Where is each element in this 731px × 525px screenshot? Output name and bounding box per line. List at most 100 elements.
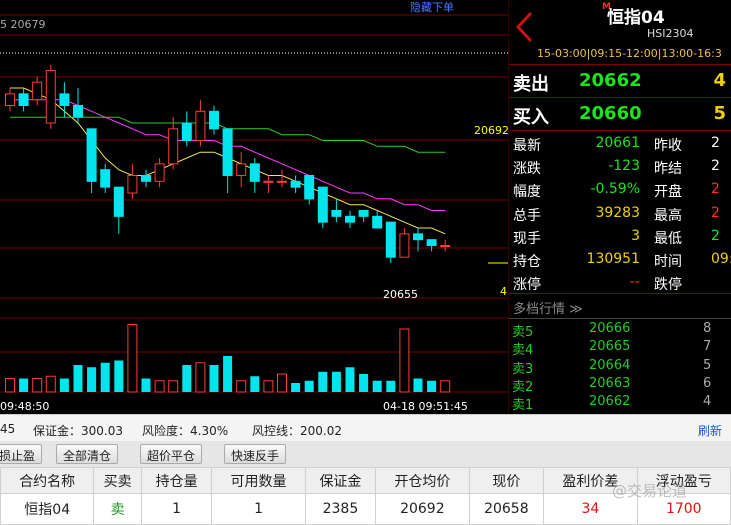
column-header[interactable]: 持仓量 [140,467,213,494]
contract-code: HSI2304 [647,27,694,40]
volume-bar [182,365,192,392]
stat-value: 130951 [586,251,640,267]
volume-bar [372,380,382,392]
candlestick[interactable] [385,221,396,263]
volume-bar [141,378,151,392]
hide-order-link[interactable]: 隐藏下单 [410,1,454,14]
depth-level-label: 卖2 [512,379,534,395]
stop-loss-button[interactable]: 损止盈 [0,444,43,464]
account-info-bar: 45 保证金：300.03 风险度：4.30% 风控线：200.02 刷新 [0,414,731,441]
candle-body [372,215,383,229]
candle-body [345,215,355,223]
depth-row[interactable]: 卖3 20664 5 [509,357,731,377]
depth-volume: 8 [703,321,712,336]
stat-label: 开盘 [654,184,682,201]
depth-level-label: 卖3 [512,361,534,377]
stat-label: 最新 [513,138,541,154]
candlestick[interactable] [317,186,328,228]
volume-bar [5,378,15,393]
candlestick[interactable] [141,169,151,188]
candlestick[interactable] [181,111,192,147]
candle-body [168,128,179,165]
candlestick[interactable] [209,105,219,135]
margin-text: 保证金：300.03 [33,424,123,438]
kline-chart-panel[interactable]: 5 20679 隐藏下单 20692 20655 4 09:48:50 04-1… [0,0,508,414]
candle-body [32,81,43,101]
table-cell: 卖 [93,493,142,525]
column-header[interactable]: 保证金 [304,467,377,494]
super-close-button[interactable]: 超价平仓 [140,444,203,464]
candlestick[interactable] [440,239,451,252]
candlestick[interactable] [358,210,369,223]
close-all-button[interactable]: 全部清仓 [56,444,119,464]
candlestick[interactable] [168,117,179,170]
candlestick[interactable] [86,128,97,193]
risk-control-text: 风控线：200.02 [252,424,342,438]
candle-body [358,210,369,217]
candlestick[interactable] [18,88,29,112]
depth-row[interactable]: 卖1 20662 4 [509,393,731,413]
volume-bar [291,383,301,392]
candle-body [86,128,97,182]
candlestick[interactable] [222,128,233,193]
quote-stat-row: 现手 3 最低 2 [509,225,731,248]
candlestick[interactable] [100,163,111,193]
candlestick[interactable] [290,175,301,194]
candlestick[interactable] [399,228,410,258]
depth-row[interactable]: 卖4 20665 7 [509,338,731,358]
candlestick[interactable] [113,186,124,234]
volume-bar [154,380,165,393]
candlestick[interactable] [277,169,287,188]
buy-quote-row[interactable]: 买入 20660 5 [509,99,731,129]
candlestick[interactable] [236,152,247,188]
candlestick[interactable] [154,158,165,188]
candle-body [290,180,301,188]
back-arrow-icon[interactable] [513,10,537,44]
candlestick[interactable] [345,210,355,229]
candlestick[interactable] [195,99,206,147]
stat-value: -0.59% [590,181,640,198]
column-header[interactable]: 现价 [468,467,545,494]
candlestick[interactable] [59,82,70,118]
column-header[interactable]: 可用数量 [211,467,306,494]
watermark-text: @交易论道 [612,482,688,500]
candlestick[interactable] [5,88,15,112]
candle-body [249,163,260,182]
candle-body [100,169,111,188]
candlestick[interactable] [127,163,138,199]
candlestick[interactable] [32,76,43,106]
candlestick[interactable] [426,239,437,252]
candle-body [209,110,219,130]
kline-chart[interactable]: 5 20679 隐藏下单 20692 20655 4 09:48:50 04-1… [0,0,508,414]
candlestick[interactable] [249,158,260,193]
column-header[interactable]: 开仓均价 [375,467,470,494]
column-header[interactable]: 合约名称 [0,467,95,494]
quick-reverse-button[interactable]: 快速反手 [224,444,287,464]
sell-quote-row[interactable]: 卖出 20662 4 [509,66,731,96]
column-header[interactable]: 买卖 [93,467,142,494]
depth-row[interactable]: 卖2 20663 6 [509,375,731,395]
candlestick[interactable] [372,210,383,229]
candlestick[interactable] [331,198,342,223]
table-cell: 1 [211,493,306,525]
candlestick[interactable] [45,64,56,129]
depth-title[interactable]: 多档行情 ≫ [513,298,583,317]
volume-bar [32,378,43,393]
candle-body [127,175,138,194]
table-cell: 2385 [304,493,377,525]
stat-label: 最低 [654,230,682,247]
candlestick[interactable] [263,175,274,194]
volume-bar [359,374,369,392]
volume-bar [413,378,423,392]
stat-label: 最高 [654,207,682,224]
stat-label: 昨收 [654,138,682,154]
depth-row[interactable]: 卖5 20666 8 [509,320,731,340]
depth-volume: 4 [703,394,712,410]
stat-label: 涨跌 [513,161,541,178]
candle-body [263,180,274,183]
stat-value: 2 [711,204,720,221]
candlestick[interactable] [73,88,83,123]
divider [509,130,731,131]
refresh-link[interactable]: 刷新 [698,422,722,439]
risk-ratio-text: 风险度：4.30% [142,424,229,438]
